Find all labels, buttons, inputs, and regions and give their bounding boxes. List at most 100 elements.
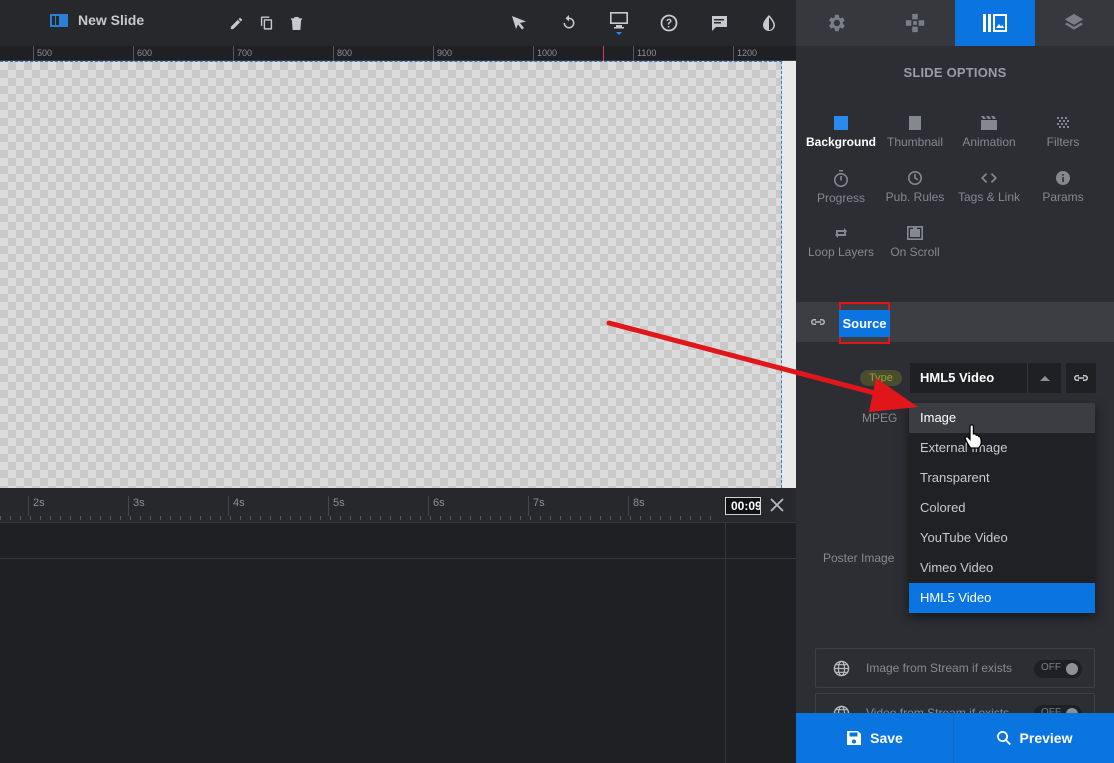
- timeline-tick: 5s: [328, 496, 345, 516]
- timeline-tick: 2s: [28, 496, 45, 516]
- filters-icon: [1057, 117, 1069, 128]
- info-icon: [1056, 171, 1070, 185]
- comment-icon[interactable]: [707, 11, 731, 35]
- type-dropdown-menu: Image External Image Transparent Colored…: [909, 403, 1095, 613]
- pointer-icon[interactable]: [507, 11, 531, 35]
- timeline: 2s 3s 4s 5s 6s 7s 8s 00:09: [0, 488, 796, 763]
- save-icon: [847, 731, 862, 745]
- image-from-stream-toggle[interactable]: OFF: [1034, 660, 1082, 678]
- toggle-knob: [1066, 663, 1078, 675]
- option-background[interactable]: Background: [804, 115, 878, 156]
- option-label: Progress: [816, 191, 866, 205]
- slide-title-area[interactable]: New Slide: [50, 12, 144, 28]
- film-icon: [981, 116, 997, 130]
- hand-cursor-icon: [964, 424, 982, 449]
- search-icon: [996, 731, 1011, 746]
- image-icon: [834, 116, 848, 130]
- mpeg-label: MPEG: [862, 411, 898, 425]
- puzzle-icon: [906, 13, 925, 33]
- link-icon: [1074, 375, 1088, 381]
- canvas-gutter: [782, 61, 796, 488]
- timeline-ruler[interactable]: 2s 3s 4s 5s 6s 7s 8s 00:09: [0, 488, 796, 523]
- option-label: Params: [1042, 190, 1084, 204]
- option-loop-layers[interactable]: Loop Layers: [804, 225, 878, 266]
- image-from-stream-row: Image from Stream if exists OFF: [815, 648, 1095, 688]
- delete-icon[interactable]: [284, 11, 308, 35]
- timeline-minor-ticks: [0, 516, 720, 520]
- caret-up-icon: [1027, 363, 1061, 393]
- option-on-scroll[interactable]: On Scroll: [878, 225, 952, 266]
- save-label: Save: [870, 730, 903, 746]
- desktop-icon[interactable]: [607, 11, 631, 35]
- tab-puzzle[interactable]: [876, 0, 956, 46]
- timeline-tick: 8s: [628, 496, 645, 516]
- ruler-tick: 500: [33, 46, 52, 61]
- type-select[interactable]: HML5 Video: [910, 363, 1061, 393]
- ruler-tick: 1100: [633, 46, 656, 61]
- source-section-header: Source: [796, 302, 1114, 344]
- timeline-end-line: [725, 523, 726, 763]
- option-progress[interactable]: Progress: [804, 170, 878, 211]
- gear-icon: [828, 14, 845, 32]
- slide-title: New Slide: [78, 12, 145, 28]
- timeline-tick: 6s: [428, 496, 445, 516]
- dropdown-option-colored[interactable]: Colored: [909, 493, 1095, 523]
- tab-slide-options[interactable]: [955, 0, 1035, 46]
- timeline-tick: 3s: [128, 496, 145, 516]
- option-animation[interactable]: Animation: [952, 115, 1026, 156]
- edit-icon[interactable]: [224, 11, 248, 35]
- timeline-tick: 7s: [528, 496, 545, 516]
- ruler-tick: 1200: [733, 46, 757, 61]
- option-label: Pub. Rules: [885, 190, 945, 204]
- ruler-position-marker[interactable]: [603, 46, 604, 61]
- globe-icon: [833, 660, 850, 677]
- timeline-current-time[interactable]: 00:09: [725, 497, 761, 515]
- close-icon[interactable]: [768, 496, 786, 514]
- option-label: Animation: [962, 135, 1016, 149]
- top-toolbar: New Slide: [0, 0, 796, 46]
- ruler-tick: 1000: [533, 46, 557, 61]
- option-label: On Scroll: [890, 245, 940, 259]
- slide-icon: [50, 13, 68, 27]
- thumbnail-icon: [909, 116, 921, 130]
- option-label: Loop Layers: [807, 245, 875, 259]
- option-params[interactable]: Params: [1026, 170, 1100, 211]
- option-tags-link[interactable]: Tags & Link: [952, 170, 1026, 211]
- type-link-button[interactable]: [1066, 363, 1096, 393]
- clock-icon: [908, 171, 922, 185]
- loop-icon: [835, 228, 847, 238]
- tab-layers[interactable]: [1035, 0, 1114, 46]
- dropdown-option-youtube-video[interactable]: YouTube Video: [909, 523, 1095, 553]
- ruler-tick: 700: [233, 46, 252, 61]
- save-button[interactable]: Save: [796, 713, 954, 763]
- dropdown-option-vimeo-video[interactable]: Vimeo Video: [909, 553, 1095, 583]
- option-label: Thumbnail: [886, 135, 944, 149]
- option-label: Filters: [1046, 135, 1080, 149]
- dropdown-option-transparent[interactable]: Transparent: [909, 463, 1095, 493]
- slide-canvas[interactable]: [0, 61, 782, 488]
- contrast-icon[interactable]: [757, 11, 781, 35]
- panel-footer: Save Preview: [796, 713, 1114, 763]
- dropdown-option-html5-video[interactable]: HML5 Video: [909, 583, 1095, 613]
- option-pub-rules[interactable]: Pub. Rules: [878, 170, 952, 211]
- type-select-value: HML5 Video: [920, 370, 995, 385]
- option-filters[interactable]: Filters: [1026, 115, 1100, 156]
- timeline-tick: 4s: [228, 496, 245, 516]
- tab-gear[interactable]: [796, 0, 876, 46]
- option-thumbnail[interactable]: Thumbnail: [878, 115, 952, 156]
- image-from-stream-label: Image from Stream if exists: [866, 661, 1013, 675]
- slide-options-grid: Background Thumbnail Animation Filters P…: [804, 115, 1104, 266]
- timeline-row: [0, 523, 796, 559]
- preview-button[interactable]: Preview: [954, 713, 1114, 763]
- dropdown-option-external-image[interactable]: External Image: [909, 433, 1095, 463]
- help-icon[interactable]: [657, 11, 681, 35]
- duplicate-icon[interactable]: [254, 11, 278, 35]
- option-label: Tags & Link: [957, 190, 1021, 204]
- type-label: Type: [860, 370, 902, 386]
- dropdown-option-image[interactable]: Image: [909, 403, 1095, 433]
- source-tab-highlight[interactable]: Source: [839, 302, 890, 344]
- ruler-tick: 800: [333, 46, 352, 61]
- panel-title: SLIDE OPTIONS: [903, 65, 1007, 80]
- undo-icon[interactable]: [557, 11, 581, 35]
- editor-root: New Slide 500 600 700 800 900 1000 1100 …: [0, 0, 1114, 763]
